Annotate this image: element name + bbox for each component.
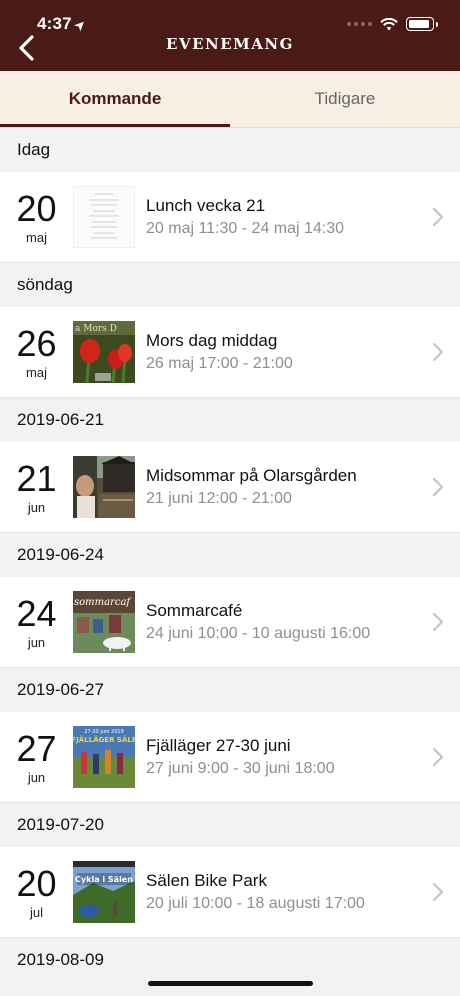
event-date: 27 jun — [0, 727, 73, 785]
event-thumbnail: a Mors D — [73, 321, 135, 383]
location-arrow-icon: ➤ — [71, 16, 89, 34]
event-time: 21 juni 12:00 - 21:00 — [146, 490, 292, 507]
event-date: 20 jul — [0, 862, 73, 920]
chevron-right-icon — [432, 477, 444, 497]
chevron-right-icon — [432, 882, 444, 902]
event-time: 27 juni 9:00 - 30 juni 18:00 — [146, 760, 335, 777]
chevron-right-icon — [432, 207, 444, 227]
signal-icon — [347, 22, 372, 26]
section-header: Idag — [0, 128, 460, 172]
event-title: Lunch vecka 21 — [146, 196, 266, 215]
page-title: EVENEMANG — [166, 35, 294, 53]
section-header: 2019-06-24 — [0, 533, 460, 577]
home-indicator[interactable] — [148, 981, 313, 986]
event-time: 26 maj 17:00 - 21:00 — [146, 355, 293, 372]
event-day: 20 — [16, 862, 57, 904]
battery-icon — [406, 17, 434, 31]
chevron-right-icon — [432, 342, 444, 362]
thumb-text: 27-30 juni 2019 — [84, 729, 124, 735]
tab-kommande[interactable]: Kommande — [0, 71, 230, 127]
event-row[interactable]: 24 jun sommarcaf Sommarcafé 24 juni 10:0… — [0, 577, 460, 668]
event-row[interactable]: 21 jun Midsommar på Olarsgården 21 juni … — [0, 442, 460, 533]
event-title: Sälen Bike Park — [146, 871, 267, 890]
event-time: 20 juli 10:00 - 18 augusti 17:00 — [146, 895, 365, 912]
event-month: jun — [27, 499, 46, 515]
event-month: maj — [26, 364, 47, 380]
event-title: Sommarcafé — [146, 601, 243, 620]
event-thumbnail: sommarcaf — [73, 591, 135, 653]
event-date: 24 jun — [0, 592, 73, 650]
event-day: 21 — [16, 457, 57, 499]
event-title: Midsommar på Olarsgården — [146, 466, 357, 485]
chevron-right-icon — [432, 747, 444, 767]
event-month: jul — [29, 904, 43, 920]
event-day: 24 — [16, 592, 57, 634]
event-title: Fjälläger 27-30 juni — [146, 736, 291, 755]
event-list: Idag 20 maj Lunch vecka 21 20 maj 11:30 — [0, 128, 460, 982]
wifi-icon — [380, 17, 398, 30]
event-row[interactable]: 27 jun 27-30 juni 2019 FJÄLLÄGER SÄLE Fj… — [0, 712, 460, 803]
thumb-text: a Mors D — [75, 324, 117, 334]
event-thumbnail — [73, 456, 135, 518]
thumb-text: Cykla i Sälen — [75, 875, 133, 884]
event-month: jun — [27, 634, 46, 650]
tab-tidigare[interactable]: Tidigare — [230, 71, 460, 127]
thumb-text: sommarcaf — [74, 597, 132, 608]
tab-indicator — [0, 124, 230, 127]
section-header: söndag — [0, 263, 460, 307]
event-time: 24 juni 10:00 - 10 augusti 16:00 — [146, 625, 371, 642]
event-day: 26 — [16, 322, 57, 364]
status-icons — [347, 17, 438, 31]
event-thumbnail — [73, 186, 135, 248]
event-day: 20 — [16, 187, 57, 229]
thumb-text: FJÄLLÄGER SÄLE — [73, 735, 135, 744]
section-header: 2019-08-09 — [0, 938, 460, 982]
event-row[interactable]: 20 jul Cykla i Sälen Sälen Bike Park 20 … — [0, 847, 460, 938]
event-title: Mors dag middag — [146, 331, 278, 350]
event-time: 20 maj 11:30 - 24 maj 14:30 — [146, 220, 345, 237]
section-header: 2019-07-20 — [0, 803, 460, 847]
event-date: 26 maj — [0, 322, 73, 380]
event-row[interactable]: 20 maj Lunch vecka 21 20 maj 11:30 - 24 … — [0, 172, 460, 263]
event-row[interactable]: 26 maj a Mors D Mors dag middag 26 maj 1… — [0, 307, 460, 398]
section-header: 2019-06-21 — [0, 398, 460, 442]
tab-bar: Kommande Tidigare — [0, 71, 460, 128]
event-date: 20 maj — [0, 187, 73, 245]
section-header: 2019-06-27 — [0, 668, 460, 712]
event-thumbnail: Cykla i Sälen — [73, 861, 135, 923]
app-header: 4:37➤ EVENEMANG — [0, 0, 460, 71]
event-day: 27 — [16, 727, 57, 769]
chevron-right-icon — [432, 612, 444, 632]
status-time: 4:37➤ — [37, 14, 89, 34]
event-month: jun — [27, 769, 46, 785]
event-date: 21 jun — [0, 457, 73, 515]
event-thumbnail: 27-30 juni 2019 FJÄLLÄGER SÄLE — [73, 726, 135, 788]
event-month: maj — [26, 229, 47, 245]
